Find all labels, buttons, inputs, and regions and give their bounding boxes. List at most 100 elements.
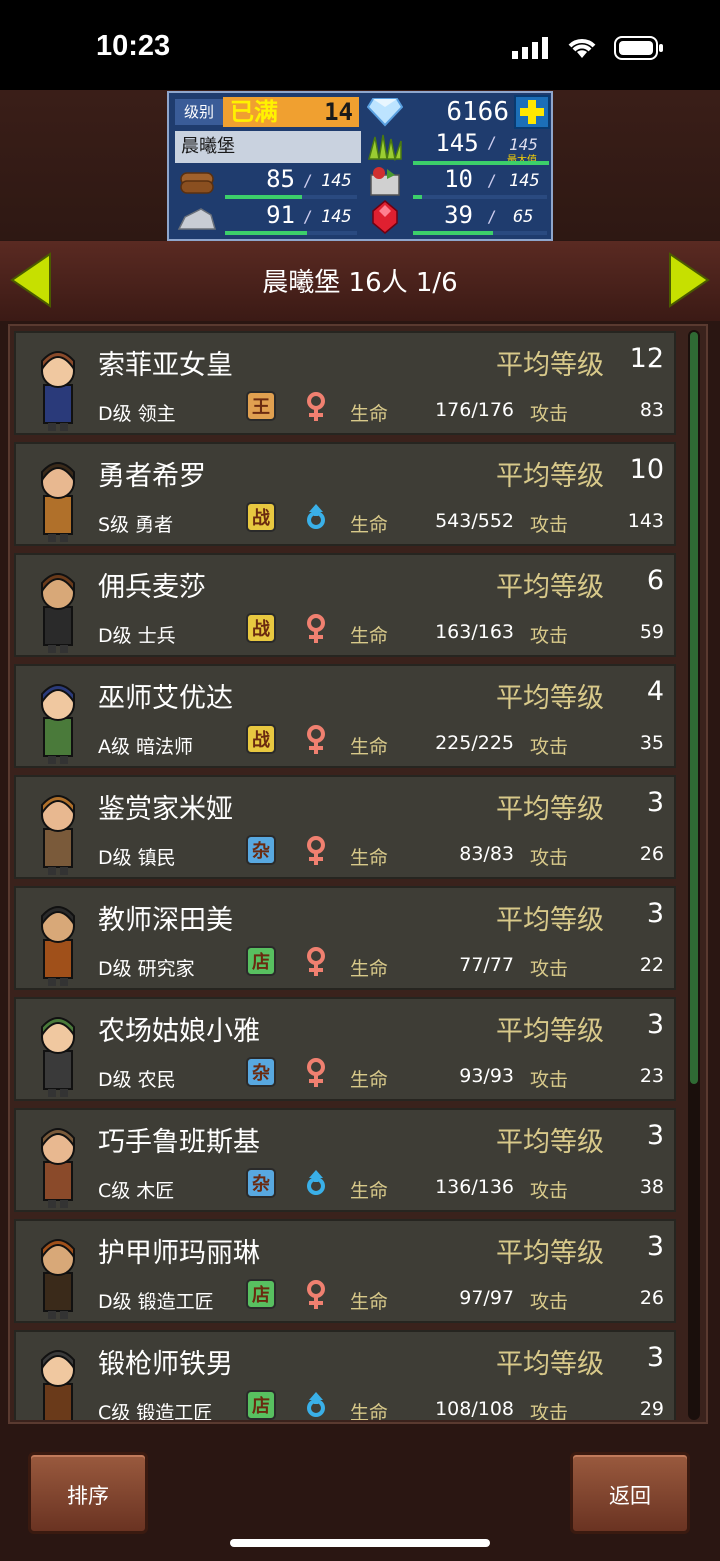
avg-level-value: 4 [646, 676, 664, 707]
resident-row[interactable]: 巧手鲁班斯基 平均等级 3 C级 木匠 杂 生命 136/136 攻击 38 [14, 1108, 676, 1212]
avg-level-value: 10 [629, 454, 664, 485]
status-icons [512, 36, 664, 60]
character-portrait [41, 1017, 75, 1097]
goods-max: 145 [509, 171, 540, 191]
hp-value: 225/225 [435, 732, 514, 754]
goods-bar-track [413, 195, 547, 199]
ore-slash: / [303, 207, 313, 226]
attack-label: 攻击 [530, 958, 569, 980]
attack-value: 35 [639, 732, 664, 754]
avg-level-value: 3 [646, 787, 664, 818]
avg-level-label: 平均等级 [496, 794, 604, 825]
hp-label: 生命 [350, 1291, 389, 1313]
avg-level-label: 平均等级 [496, 683, 604, 714]
ore-max: 145 [321, 207, 352, 227]
character-portrait [41, 1350, 75, 1420]
ruby-max: 65 [513, 207, 534, 227]
food-slash: / [487, 133, 497, 152]
resident-class: A级 暗法师 [98, 736, 194, 758]
resident-row[interactable]: 教师深田美 平均等级 3 D级 研究家 店 生命 77/77 攻击 22 [14, 886, 676, 990]
job-badge: 战 [246, 724, 276, 754]
sort-button[interactable]: 排序 [28, 1452, 148, 1534]
resident-name: 教师深田美 [98, 905, 233, 936]
resident-row[interactable]: 农场姑娘小雅 平均等级 3 D级 农民 杂 生命 93/93 攻击 23 [14, 997, 676, 1101]
hp-label: 生命 [350, 625, 389, 647]
attack-value: 83 [639, 399, 664, 421]
resident-row[interactable]: 护甲师玛丽琳 平均等级 3 D级 锻造工匠 店 生命 97/97 攻击 26 [14, 1219, 676, 1323]
avg-level-value: 3 [646, 1009, 664, 1040]
wood-value: 85 [266, 165, 295, 193]
resident-class: D级 士兵 [98, 625, 176, 647]
battery-icon [614, 36, 663, 60]
next-page-arrow-icon[interactable] [668, 252, 710, 308]
attack-value: 29 [639, 1398, 664, 1420]
character-portrait [41, 684, 75, 764]
add-gems-button[interactable] [514, 95, 550, 129]
page-title: 晨曦堡 16人 1/6 [262, 268, 458, 298]
resident-name: 农场姑娘小雅 [98, 1016, 260, 1047]
diamond-icon [367, 98, 403, 127]
hp-value: 108/108 [435, 1398, 514, 1420]
hp-value: 176/176 [435, 399, 514, 421]
attack-value: 26 [639, 843, 664, 865]
character-portrait [41, 1128, 75, 1208]
avg-level-label: 平均等级 [496, 461, 604, 492]
hp-label: 生命 [350, 1180, 389, 1202]
wood-icon [180, 172, 214, 194]
attack-label: 攻击 [530, 1069, 569, 1091]
home-indicator[interactable] [230, 1539, 490, 1547]
resident-name: 巧手鲁班斯基 [98, 1127, 260, 1158]
avg-level-label: 平均等级 [496, 1238, 604, 1269]
resident-row[interactable]: 锻枪师铁男 平均等级 3 C级 锻造工匠 店 生命 108/108 攻击 29 [14, 1330, 676, 1420]
resident-class: D级 镇民 [98, 847, 176, 869]
resident-row[interactable]: 佣兵麦莎 平均等级 6 D级 士兵 战 生命 163/163 攻击 59 [14, 553, 676, 657]
resident-row[interactable]: 巫师艾优达 平均等级 4 A级 暗法师 战 生命 225/225 攻击 35 [14, 664, 676, 768]
attack-value: 59 [639, 621, 664, 643]
resident-row[interactable]: 索菲亚女皇 平均等级 12 D级 领主 王 生命 176/176 攻击 83 [14, 331, 676, 435]
hp-label: 生命 [350, 514, 389, 536]
attack-label: 攻击 [530, 736, 569, 758]
ore-bar-track [225, 231, 357, 235]
attack-value: 22 [639, 954, 664, 976]
attack-label: 攻击 [530, 1402, 569, 1420]
job-badge: 杂 [246, 1168, 276, 1198]
ore-icon [177, 208, 216, 230]
job-badge: 战 [246, 502, 276, 532]
attack-value: 38 [639, 1176, 664, 1198]
goods-bar-fill [413, 195, 423, 199]
hp-value: 93/93 [459, 1065, 514, 1087]
signal-icon [512, 37, 548, 59]
resident-name: 护甲师玛丽琳 [98, 1238, 260, 1269]
avg-level-value: 3 [646, 898, 664, 929]
attack-label: 攻击 [530, 625, 569, 647]
resident-row[interactable]: 勇者希罗 平均等级 10 S级 勇者 战 生命 543/552 攻击 143 [14, 442, 676, 546]
avg-level-label: 平均等级 [496, 1349, 604, 1380]
job-badge: 王 [246, 391, 276, 421]
male-icon [304, 1390, 328, 1420]
job-badge: 杂 [246, 835, 276, 865]
back-button[interactable]: 返回 [570, 1452, 690, 1534]
ruby-bar-fill [413, 231, 494, 235]
wifi-icon [568, 39, 596, 58]
scrollbar-thumb[interactable] [690, 332, 698, 1084]
resident-class: D级 农民 [98, 1069, 176, 1091]
avg-level-value: 3 [646, 1342, 664, 1373]
resident-row[interactable]: 鉴赏家米娅 平均等级 3 D级 镇民 杂 生命 83/83 攻击 26 [14, 775, 676, 879]
resident-name: 鉴赏家米娅 [98, 794, 233, 825]
resident-class: D级 领主 [98, 403, 176, 425]
avg-level-value: 3 [646, 1120, 664, 1151]
attack-label: 攻击 [530, 403, 569, 425]
resident-class: C级 锻造工匠 [98, 1402, 213, 1420]
attack-value: 143 [627, 510, 664, 532]
resident-name: 巫师艾优达 [98, 683, 233, 714]
job-badge: 战 [246, 613, 276, 643]
job-badge: 店 [246, 1390, 276, 1420]
plus-icon [520, 100, 544, 124]
goods-slash: / [487, 171, 497, 190]
resident-name: 锻枪师铁男 [98, 1349, 233, 1380]
wood-max: 145 [321, 171, 352, 191]
avg-level-value: 6 [646, 565, 664, 596]
hp-label: 生命 [350, 1069, 389, 1091]
hp-label: 生命 [350, 736, 389, 758]
hp-label: 生命 [350, 847, 389, 869]
